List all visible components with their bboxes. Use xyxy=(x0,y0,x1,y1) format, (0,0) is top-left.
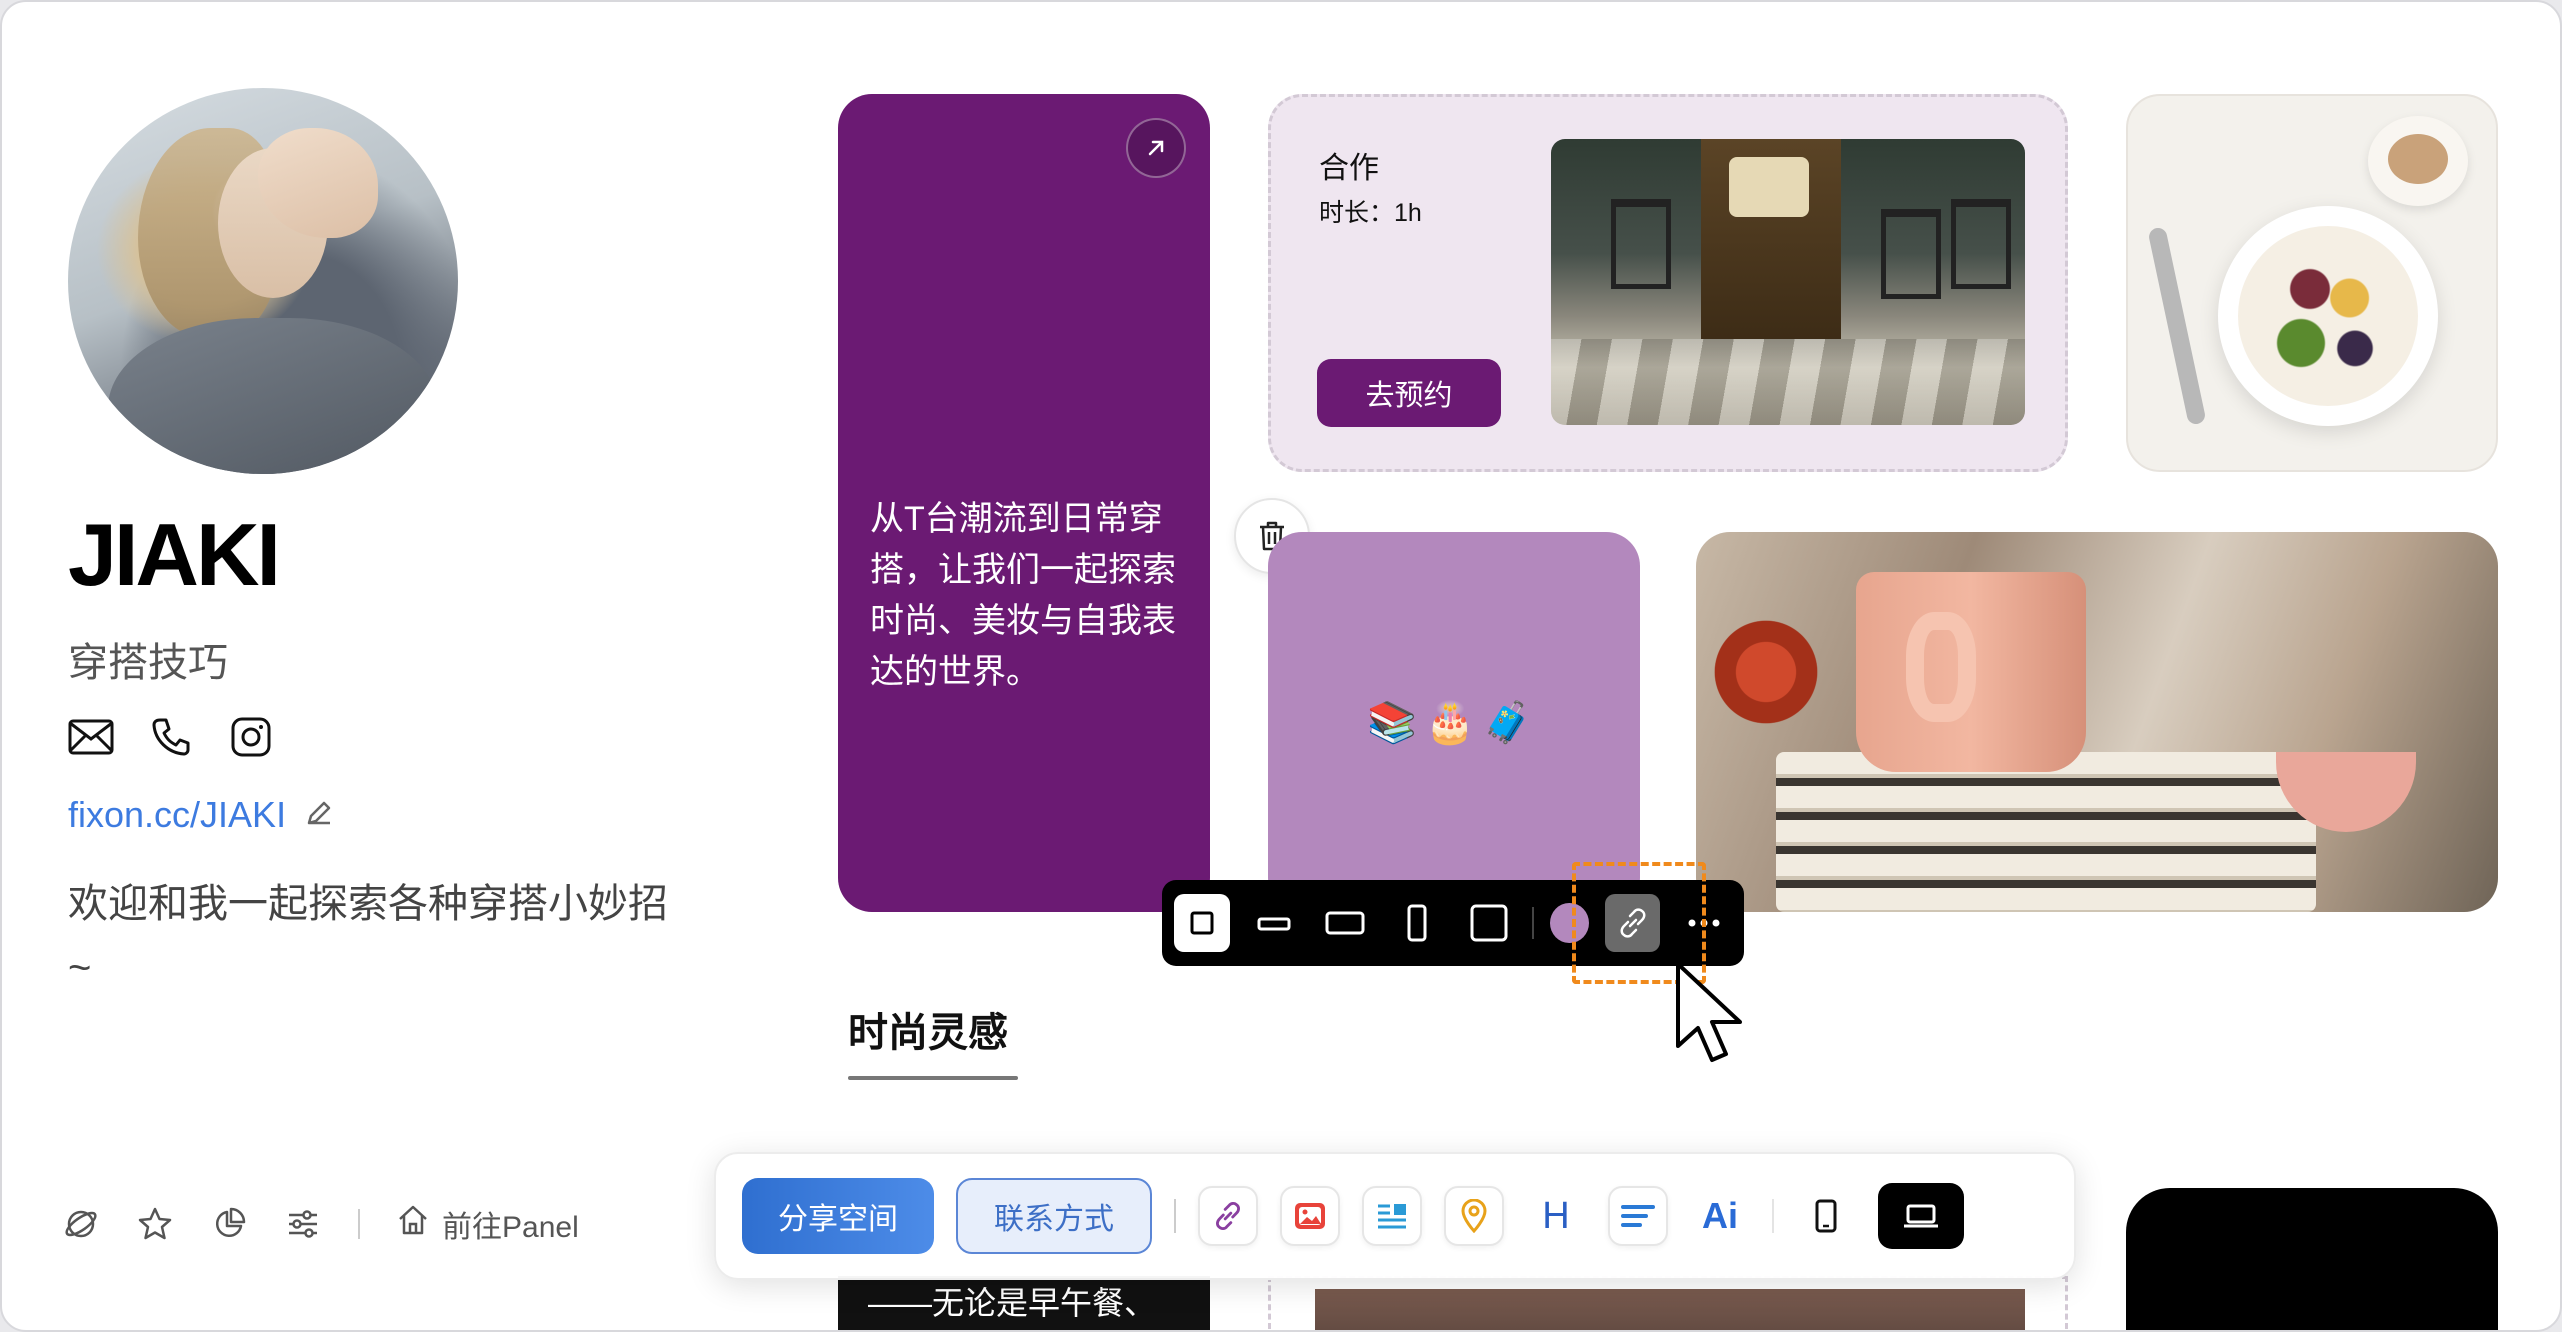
mail-icon[interactable] xyxy=(68,714,114,760)
text-card-content: 从T台潮流到日常穿搭，让我们一起探索时尚、美妆与自我表达的世界。 xyxy=(870,500,1176,691)
open-link-button[interactable] xyxy=(1126,118,1186,178)
size-tall-button[interactable] xyxy=(1389,894,1445,952)
contact-info-button[interactable]: 联系方式 xyxy=(956,1178,1152,1254)
text-icon xyxy=(1378,1204,1406,1229)
profile-bio: 欢迎和我一起探索各种穿搭小妙招~ xyxy=(68,882,668,990)
book-button[interactable]: 去预约 xyxy=(1317,359,1501,427)
avatar xyxy=(68,88,458,474)
emoji-content: 📚🎂🧳 xyxy=(1367,699,1541,746)
star-icon[interactable] xyxy=(136,1205,174,1243)
size-wide-small-button[interactable] xyxy=(1246,894,1302,952)
mug-photo-card[interactable] xyxy=(1696,532,2498,912)
divider xyxy=(1174,1199,1176,1233)
phone-icon[interactable] xyxy=(148,714,194,760)
sliders-icon[interactable] xyxy=(284,1205,322,1243)
cafe-photo xyxy=(1551,139,2025,425)
edit-icon[interactable] xyxy=(304,798,334,833)
profile-subtitle: 穿搭技巧 xyxy=(68,641,228,685)
black-card-peek[interactable] xyxy=(2126,1188,2498,1330)
size-square-small-button[interactable] xyxy=(1174,894,1230,952)
size-square-large-button[interactable] xyxy=(1461,894,1517,952)
laptop-icon xyxy=(1904,1204,1938,1228)
add-heading-button[interactable]: H xyxy=(1526,1186,1586,1246)
planet-icon[interactable] xyxy=(62,1205,100,1243)
add-paragraph-button[interactable] xyxy=(1608,1186,1668,1246)
collab-duration: 时长：1h xyxy=(1319,199,1422,227)
add-location-button[interactable] xyxy=(1444,1186,1504,1246)
app-window: JIAKI 穿搭技巧 fixon.cc/JIAKI 欢迎和我一起探索各种穿搭小妙… xyxy=(0,0,2562,1332)
paragraph-icon xyxy=(1621,1205,1655,1227)
profile-link-row: fixon.cc/JIAKI xyxy=(68,794,334,836)
phone-device-icon xyxy=(1815,1199,1837,1233)
add-link-button[interactable] xyxy=(1198,1186,1258,1246)
profile-url[interactable]: fixon.cc/JIAKI xyxy=(68,794,286,836)
heading-icon: H xyxy=(1542,1194,1570,1237)
text-card-peek[interactable]: ——无论是早午餐、 xyxy=(838,1276,1210,1330)
mouse-cursor-icon xyxy=(1672,960,1754,1083)
go-to-panel-label: 前往Panel xyxy=(442,1211,579,1244)
collaboration-card[interactable]: 合作 时长：1h 去预约 xyxy=(1268,94,2068,472)
divider xyxy=(1772,1199,1774,1233)
text-card-peek-content: ——无论是早午餐、 xyxy=(868,1285,1157,1321)
pie-chart-icon[interactable] xyxy=(210,1205,248,1243)
bottom-left-toolbar: 前往Panel xyxy=(62,1202,579,1246)
desktop-view-button[interactable] xyxy=(1878,1183,1964,1249)
mobile-view-button[interactable] xyxy=(1796,1186,1856,1246)
emoji-card[interactable]: 📚🎂🧳 xyxy=(1268,532,1640,912)
photo-card-peek[interactable] xyxy=(1268,1276,2068,1330)
ai-icon: Ai xyxy=(1702,1195,1738,1236)
size-wide-medium-button[interactable] xyxy=(1317,894,1373,952)
section-title: 时尚灵感 xyxy=(848,1011,1008,1055)
instagram-icon[interactable] xyxy=(228,714,274,760)
go-to-panel-link[interactable]: 前往Panel xyxy=(396,1202,579,1246)
map-pin-icon xyxy=(1461,1199,1487,1233)
collab-title: 合作 xyxy=(1319,152,1379,185)
divider xyxy=(1532,907,1535,939)
breakfast-photo-card[interactable] xyxy=(2126,94,2498,472)
add-text-button[interactable] xyxy=(1362,1186,1422,1246)
profile-name: JIAKI xyxy=(68,505,281,604)
bottom-toolbar: 分享空间 联系方式 H Ai xyxy=(714,1152,2076,1280)
link-icon xyxy=(1216,1202,1240,1230)
divider xyxy=(358,1209,360,1239)
text-card-purple[interactable]: 从T台潮流到日常穿搭，让我们一起探索时尚、美妆与自我表达的世界。 xyxy=(838,94,1210,912)
contact-icons xyxy=(68,714,274,760)
add-image-button[interactable] xyxy=(1280,1186,1340,1246)
arrow-up-right-icon xyxy=(1148,140,1164,156)
share-space-button[interactable]: 分享空间 xyxy=(742,1178,934,1254)
ai-generate-button[interactable]: Ai xyxy=(1690,1186,1750,1246)
image-icon xyxy=(1295,1203,1325,1229)
home-icon xyxy=(396,1203,430,1245)
section-underline xyxy=(848,1076,1018,1080)
